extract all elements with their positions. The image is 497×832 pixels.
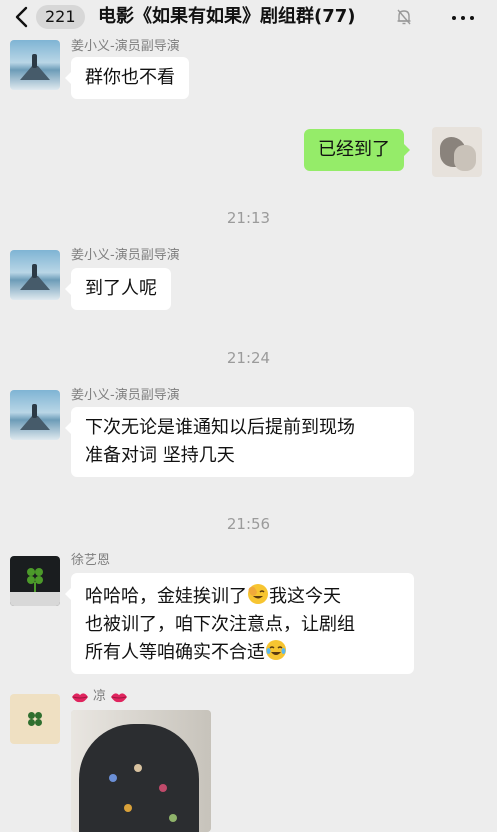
sender-name: 姜小义-演员副导演 — [71, 39, 180, 54]
sender-name: 徐艺恩 — [71, 553, 111, 568]
timestamp: 21:13 — [226, 209, 271, 227]
timestamp: 21:56 — [226, 515, 271, 533]
avatar[interactable] — [432, 127, 482, 177]
mute-bell-icon — [397, 9, 411, 25]
message-text: 哈哈哈，金娃挨训了 — [85, 586, 247, 607]
more-icon[interactable] — [452, 8, 474, 26]
image-message[interactable] — [71, 710, 211, 832]
chat-title[interactable]: 电影《如果有如果》剧组群(77) — [98, 4, 356, 30]
message-line: 哈哈哈，金娃挨训了 我这今天 — [85, 583, 400, 611]
lips-emoji-icon — [72, 693, 88, 703]
message-text: 我这今天 — [269, 586, 341, 607]
avatar[interactable] — [10, 556, 60, 606]
message-bubble[interactable]: 到了人呢 — [65, 268, 171, 310]
avatar[interactable] — [10, 694, 60, 744]
sender-name: 凉 — [93, 689, 107, 704]
message-line: 准备对词 坚持几天 — [85, 445, 235, 466]
message-line: 也被训了，咱下次注意点，让剧组 — [85, 614, 355, 635]
message-text: 所有人等咱确实不合适 — [85, 642, 265, 663]
message-bubble[interactable]: 群你也不看 — [65, 57, 189, 99]
facepalm-laugh-emoji-icon — [248, 584, 268, 604]
unread-count-badge[interactable]: 221 — [36, 5, 85, 29]
message-bubble[interactable]: 下次无论是谁通知以后提前到现场 准备对词 坚持几天 — [65, 407, 414, 477]
lips-emoji-icon — [111, 693, 128, 703]
message-bubble[interactable]: 哈哈哈，金娃挨训了 我这今天 也被训了，咱下次注意点，让剧组 所有人等咱确实不合… — [65, 573, 414, 674]
tears-of-joy-emoji-icon — [266, 640, 286, 660]
back-arrow-icon[interactable] — [10, 4, 36, 30]
avatar[interactable] — [10, 250, 60, 300]
sender-name-row: 凉 — [71, 689, 128, 705]
self-message-bubble[interactable]: 已经到了 — [304, 129, 410, 171]
chat-header: 221 电影《如果有如果》剧组群(77) — [0, 0, 497, 34]
timestamp: 21:24 — [226, 349, 271, 367]
clover-avatar-icon — [27, 711, 43, 727]
message-line: 下次无论是谁通知以后提前到现场 — [85, 417, 355, 438]
avatar[interactable] — [10, 390, 60, 440]
sender-name: 姜小义-演员副导演 — [71, 248, 180, 263]
avatar[interactable] — [10, 40, 60, 90]
sender-name: 姜小义-演员副导演 — [71, 388, 180, 403]
message-line: 所有人等咱确实不合适 — [85, 639, 400, 667]
